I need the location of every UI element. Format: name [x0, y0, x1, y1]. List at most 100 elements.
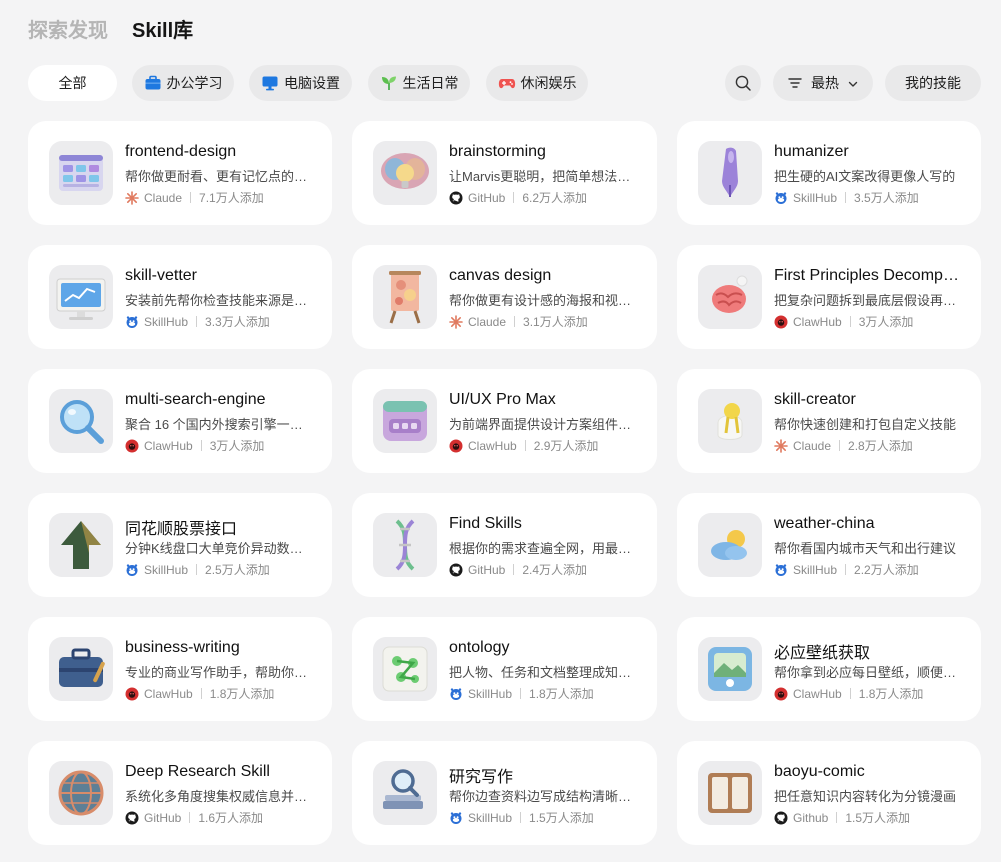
comic-panels-icon — [698, 761, 762, 825]
meta-divider — [836, 812, 838, 823]
skillhub-icon — [449, 687, 463, 701]
skill-description: 帮你做更有设计感的海报和视觉作品 — [449, 293, 635, 308]
meta-divider — [200, 688, 202, 699]
skill-title: frontend-design — [125, 143, 237, 160]
skill-meta: GitHub 2.4万人添加 — [449, 561, 641, 578]
easel-icon — [373, 265, 437, 329]
skill-title: business-writing — [125, 639, 240, 656]
skill-card[interactable]: business-writing 专业的商业写作助手，帮助你写各类文档 ClawHu… — [28, 617, 332, 721]
filter-chip-office[interactable]: 办公学习 — [132, 65, 234, 101]
search-icon — [734, 74, 752, 92]
meta-divider — [189, 812, 191, 823]
magnifier-icon — [49, 389, 113, 453]
filter-label: 生活日常 — [402, 75, 459, 91]
skill-meta: Claude 2.8万人添加 — [774, 437, 965, 454]
skill-description: 系统化多角度搜集权威信息并输出报告 — [125, 789, 310, 804]
skill-meta: GitHub 1.6万人添加 — [125, 809, 316, 826]
filter-chip-leisure[interactable]: 休闲娱乐 — [486, 65, 588, 101]
github-icon — [774, 811, 788, 825]
skill-card[interactable]: First Principles Decomposer 把复杂问题拆到最底层假设再… — [677, 245, 981, 349]
skill-card[interactable]: 同花顺股票接口分钟K线盘口大单竞价异动数据一键获取 SkillHub 2.5万人添加 — [28, 493, 332, 597]
monitor-chart-icon — [49, 265, 113, 329]
skill-description: 让Marvis更聪明，把简单想法变成完整方案 — [449, 169, 635, 184]
skill-meta: SkillHub 3.3万人添加 — [125, 313, 316, 330]
filter-chip-all[interactable]: 全部 — [28, 65, 117, 101]
skill-description: 根据你的需求查遍全网，用最合适的技能 — [449, 541, 635, 556]
skill-card[interactable]: Find Skills 根据你的需求查遍全网，用最合适的技能 GitHub 2.4万人… — [352, 493, 657, 597]
skill-source: Claude — [793, 438, 832, 453]
skillhub-icon — [774, 563, 788, 577]
skill-card[interactable]: 研究写作帮你边查资料边写成结构清晰的文章 SkillHub 1.5万人添加 — [352, 741, 657, 845]
skill-title: baoyu-comic — [774, 763, 865, 780]
books-magnifier-icon — [373, 761, 437, 825]
skill-card[interactable]: skill-vetter 安装前先帮你检查技能来源是否安全 SkillHub 3.3万… — [28, 245, 332, 349]
skill-card[interactable]: canvas design 帮你做更有设计感的海报和视觉作品 Claude 3.1万人… — [352, 245, 657, 349]
skill-meta: SkillHub 2.5万人添加 — [125, 561, 316, 578]
tab-explore[interactable]: 探索发现 — [28, 14, 108, 43]
skill-card[interactable]: UI/UX Pro Max 为前端界面提供设计方案组件与配色建议 ClawHub 2.… — [352, 369, 657, 473]
meta-divider — [196, 564, 198, 575]
skill-source: Claude — [144, 190, 183, 205]
cloud-sun-icon — [698, 513, 762, 577]
skill-add-count: 1.5万人添加 — [845, 811, 911, 825]
filter-label: 全部 — [58, 75, 87, 91]
skill-description: 分钟K线盘口大单竞价异动数据一键获取 — [125, 541, 310, 556]
skill-title: canvas design — [449, 267, 552, 284]
github-icon — [125, 811, 139, 825]
meta-divider — [200, 440, 202, 451]
skill-meta: ClawHub 1.8万人添加 — [774, 685, 965, 702]
claude-icon — [449, 314, 463, 329]
skill-meta: SkillHub 1.5万人添加 — [449, 809, 641, 826]
sort-dropdown[interactable]: 最热 — [773, 65, 873, 101]
skill-title: 必应壁纸获取 — [774, 645, 871, 662]
pen-icon — [698, 141, 762, 205]
skill-card[interactable]: Deep Research Skill 系统化多角度搜集权威信息并输出报告 GitH… — [28, 741, 332, 845]
skill-card[interactable]: humanizer 把生硬的AI文案改得更像人写的 SkillHub 3.5万人添加 — [677, 121, 981, 225]
search-button[interactable] — [725, 65, 761, 101]
skill-card[interactable]: frontend-design 帮你做更耐看、更有记忆点的前端界面设计 Claude… — [28, 121, 332, 225]
skill-add-count: 2.9万人添加 — [533, 439, 599, 453]
skill-meta: ClawHub 3万人添加 — [125, 437, 316, 454]
tab-skill-library[interactable]: Skill库 — [132, 14, 193, 43]
skill-card[interactable]: baoyu-comic 把任意知识内容转化为分镜漫画 Github 1.5万人添加 — [677, 741, 981, 845]
filter-chip-computer[interactable]: 电脑设置 — [249, 65, 352, 101]
skill-grid: frontend-design 帮你做更耐看、更有记忆点的前端界面设计 Claude… — [28, 121, 981, 845]
skill-description: 帮你快速创建和打包自定义技能 — [774, 417, 957, 432]
lightbulb-icon — [698, 389, 762, 453]
skill-description: 把任意知识内容转化为分镜漫画 — [774, 789, 957, 804]
meta-divider — [845, 564, 847, 575]
claude-icon — [125, 190, 139, 205]
meta-divider — [514, 316, 516, 327]
sort-icon — [787, 75, 803, 91]
github-icon — [449, 191, 463, 205]
skill-source: GitHub — [144, 810, 182, 825]
skill-source: SkillHub — [793, 562, 838, 577]
skill-meta: SkillHub 1.8万人添加 — [449, 685, 641, 702]
skill-title: brainstorming — [449, 143, 546, 160]
skill-description: 为前端界面提供设计方案组件与配色建议 — [449, 417, 635, 432]
skill-card[interactable]: ontology 把人物、任务和文档整理成知识图谱 SkillHub 1.8万人添加 — [352, 617, 657, 721]
skill-source: SkillHub — [144, 314, 189, 329]
meta-divider — [845, 192, 847, 203]
skill-card[interactable]: weather-china 帮你看国内城市天气和出行建议 SkillHub 2.2万人… — [677, 493, 981, 597]
skill-meta: ClawHub 3万人添加 — [774, 313, 965, 330]
briefcase-icon — [144, 74, 162, 92]
skill-source: ClawHub — [144, 438, 193, 453]
skillhub-icon — [774, 191, 788, 205]
skill-description: 帮你边查资料边写成结构清晰的文章 — [449, 789, 635, 804]
skill-source: SkillHub — [468, 810, 513, 825]
skill-card[interactable]: skill-creator 帮你快速创建和打包自定义技能 Claude 2.8万人添加 — [677, 369, 981, 473]
my-skills-button[interactable]: 我的技能 — [885, 65, 981, 101]
skill-meta: ClawHub 2.9万人添加 — [449, 437, 641, 454]
skill-description: 把生硬的AI文案改得更像人写的 — [774, 169, 956, 184]
skill-card[interactable]: multi-search-engine 聚合 16 个国内外搜索引擎一次搜全 Cla… — [28, 369, 332, 473]
filter-chip-daily-life[interactable]: 生活日常 — [368, 65, 470, 101]
skill-card[interactable]: brainstorming 让Marvis更聪明，把简单想法变成完整方案 GitHu… — [352, 121, 657, 225]
skill-source: SkillHub — [144, 562, 189, 577]
skill-card[interactable]: 必应壁纸获取帮你拿到必应每日壁纸，顺便保存下载 ClawHub 1.8万人添加 — [677, 617, 981, 721]
dna-icon — [373, 513, 437, 577]
skill-title: humanizer — [774, 143, 849, 160]
skillhub-icon — [125, 563, 139, 577]
meta-divider — [513, 192, 515, 203]
wallpaper-icon — [698, 637, 762, 701]
